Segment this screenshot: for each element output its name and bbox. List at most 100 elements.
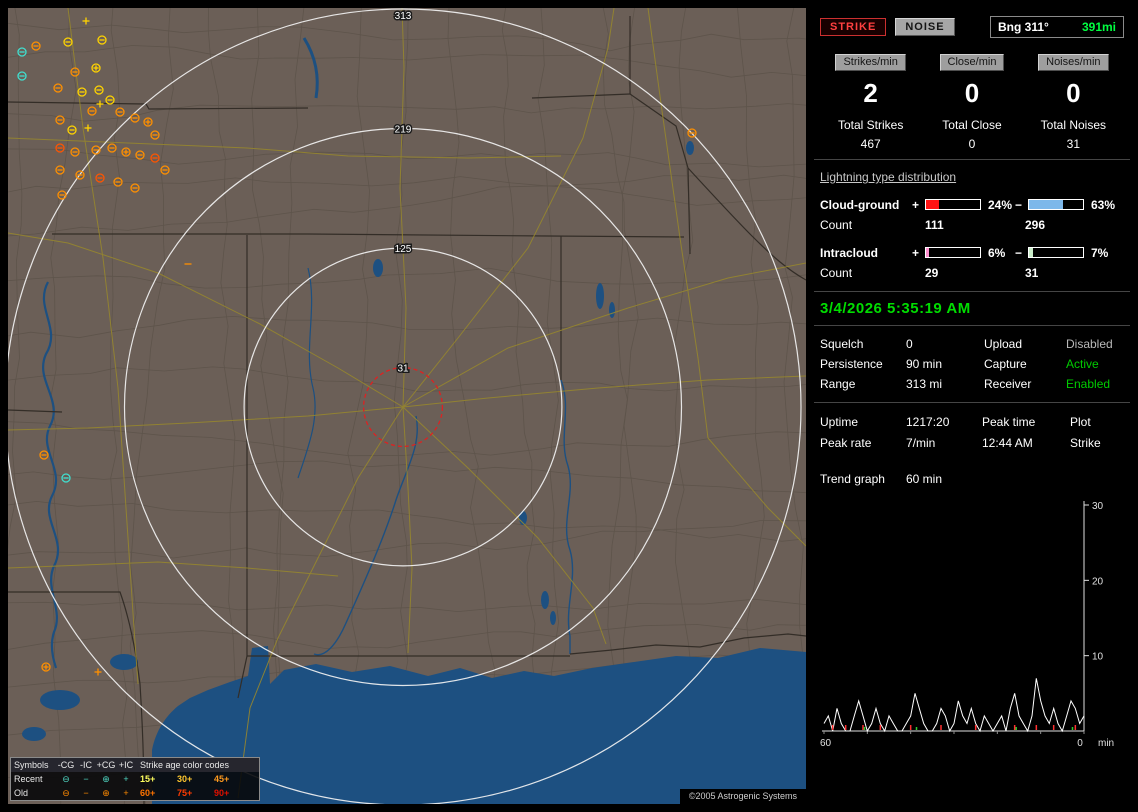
age-75: 75+: [177, 787, 193, 798]
uptime-value: 1217:20: [906, 414, 950, 429]
cg-pos-pct: 24%: [988, 197, 1013, 212]
trend-chart: 10 20 30 60 0 min: [820, 501, 1114, 749]
cg-neg-pct: 63%: [1091, 197, 1116, 212]
peak-rate-label: Peak rate: [820, 435, 872, 450]
cloud-ground-count-row: Count 111 296: [820, 215, 1124, 235]
cloud-ground-row: Cloud-ground + 24% − 63%: [820, 194, 1124, 215]
range-ring-label: 31: [397, 364, 409, 375]
ic-pos-count: 29: [925, 266, 939, 280]
rate-values-row: 2 0 0: [820, 71, 1124, 118]
legend-col-neg-ic: -IC: [80, 759, 92, 770]
count-label: Count: [820, 218, 853, 232]
settings-section: Squelch 0 Upload Disabled Persistence 90…: [814, 326, 1130, 403]
age-15: 15+: [140, 773, 156, 784]
range-label: Range: [820, 377, 856, 391]
trend-graph-label: Trend graph: [820, 472, 885, 486]
legend-old-row: Old ⊖ − ⊕ + 60+ 75+ 90+: [11, 786, 259, 800]
close-per-min-chip: Close/min: [939, 54, 1005, 71]
persistence-label: Persistence: [820, 357, 883, 371]
rate-chips-row: Strikes/min Close/min Noises/min: [820, 54, 1124, 71]
noises-per-min-chip: Noises/min: [1038, 54, 1109, 71]
plus-sign: +: [912, 245, 920, 260]
cg-pos-count: 111: [925, 218, 944, 232]
intracloud-count-row: Count 29 31: [820, 263, 1124, 283]
intracloud-label: Intracloud: [820, 245, 879, 260]
settings-row: Range 313 mi Receiver Enabled: [820, 374, 1124, 394]
svg-text:20: 20: [1092, 576, 1104, 587]
svg-text:10: 10: [1092, 652, 1104, 663]
svg-text:0: 0: [1077, 738, 1083, 749]
circle-plus-icon: ⊕: [102, 787, 110, 798]
legend-col-pos-ic: +IC: [118, 759, 134, 770]
age-90: 90+: [214, 787, 230, 798]
total-strikes-label: Total Strikes: [837, 118, 904, 132]
plot-mode-value: Strike: [1070, 435, 1101, 450]
peak-time-label: Peak time: [982, 414, 1036, 429]
session-section: Uptime 1217:20 Peak time Plot Peak rate …: [814, 403, 1130, 461]
total-close-label: Total Close: [942, 118, 1002, 132]
squelch-value: 0: [906, 337, 913, 351]
plus-icon: +: [123, 773, 129, 784]
circle-plus-icon: ⊕: [102, 773, 110, 784]
legend-symbols-header: Symbols: [14, 759, 49, 770]
ic-neg-count: 31: [1025, 266, 1039, 280]
noise-indicator: NOISE: [895, 18, 955, 36]
lightning-map[interactable]: 313 219 125 31 Symbols -CG -IC +CG +IC Stri…: [8, 8, 806, 804]
cloud-ground-label: Cloud-ground: [820, 197, 900, 212]
persistence-value: 90 min: [906, 357, 943, 371]
trend-window-value: 60 min: [906, 472, 943, 486]
range-ring-label: 125: [395, 244, 412, 255]
count-label: Count: [820, 266, 853, 280]
trend-graph-row: Trend graph 60 min: [814, 461, 1130, 491]
uptime-label: Uptime: [820, 414, 859, 429]
plus-icon: +: [123, 787, 129, 798]
settings-row: Persistence 90 min Capture Active: [820, 354, 1124, 374]
peak-time-value: 12:44 AM: [982, 435, 1033, 450]
trend-chart-container: 10 20 30 60 0 min: [814, 491, 1130, 752]
total-noises-value: 31: [1066, 137, 1080, 151]
intracloud-row: Intracloud + 6% − 7%: [820, 242, 1124, 263]
age-30: 30+: [177, 773, 193, 784]
ic-pos-pct: 6%: [988, 245, 1006, 260]
map-legend: Symbols -CG -IC +CG +IC Strike age color…: [10, 757, 260, 801]
svg-text:min: min: [1098, 738, 1114, 749]
session-row: Uptime 1217:20 Peak time Plot: [820, 411, 1124, 432]
circle-minus-icon: ⊖: [62, 773, 70, 784]
range-ring-label: 219: [395, 125, 412, 136]
minus-icon: −: [83, 787, 89, 798]
capture-status: Active: [1066, 357, 1099, 371]
totals-values-row: 467 0 31: [820, 132, 1124, 151]
cg-neg-bar: [1028, 199, 1084, 210]
totals-labels-row: Total Strikes Total Close Total Noises: [820, 118, 1124, 132]
range-ring-label: 313: [395, 11, 412, 22]
legend-col-pos-cg: +CG: [96, 759, 116, 770]
age-60: 60+: [140, 787, 156, 798]
strikes-per-min-value: 2: [863, 78, 878, 108]
settings-row: Squelch 0 Upload Disabled: [820, 334, 1124, 354]
ic-neg-bar: [1028, 247, 1084, 258]
total-close-value: 0: [968, 137, 976, 151]
datetime-display: 3/4/2026 5:35:19 AM: [814, 292, 1130, 326]
map-canvas: 313 219 125 31: [8, 8, 806, 804]
bearing-label: Bng 311°: [998, 20, 1049, 34]
plus-sign: +: [912, 197, 920, 212]
circle-minus-icon: ⊖: [62, 787, 70, 798]
bearing-distance: 391mi: [1081, 20, 1116, 34]
age-45: 45+: [214, 773, 230, 784]
strike-indicator: STRIKE: [820, 18, 887, 36]
upload-label: Upload: [984, 337, 1023, 351]
total-noises-label: Total Noises: [1040, 118, 1107, 132]
range-value: 313 mi: [906, 377, 943, 391]
noises-per-min-value: 0: [1066, 78, 1081, 108]
svg-text:60: 60: [820, 738, 832, 749]
bearing-display: Bng 311° 391mi: [990, 16, 1124, 38]
minus-icon: −: [83, 773, 89, 784]
strikes-per-min-chip: Strikes/min: [835, 54, 906, 71]
svg-text:30: 30: [1092, 501, 1104, 512]
minus-sign: −: [1015, 245, 1023, 260]
cg-neg-count: 296: [1025, 218, 1046, 232]
minus-sign: −: [1015, 197, 1023, 212]
legend-recent-row: Recent ⊖ − ⊕ + 15+ 30+ 45+: [11, 772, 259, 786]
squelch-label: Squelch: [820, 337, 864, 351]
panel-header: STRIKE NOISE Bng 311° 391mi: [820, 16, 1124, 38]
